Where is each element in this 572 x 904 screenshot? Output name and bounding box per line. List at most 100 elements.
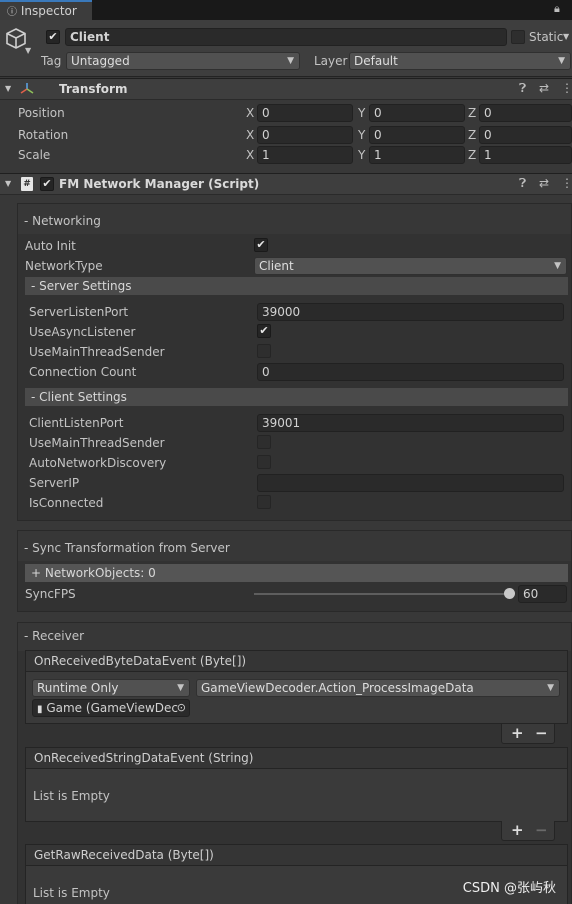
use-async-listener-checkbox[interactable]: ✔ bbox=[257, 324, 271, 338]
byte-data-event-title: OnReceivedByteDataEvent (Byte[]) bbox=[26, 651, 567, 672]
chevron-down-icon: ▼ bbox=[558, 56, 565, 66]
script-enabled-checkbox[interactable]: ✔ bbox=[40, 177, 54, 191]
sync-fps-field[interactable]: 60 bbox=[518, 585, 567, 603]
string-event-empty-text: List is Empty bbox=[33, 789, 110, 803]
axis-z-label: Z bbox=[468, 148, 477, 162]
byte-data-event: OnReceivedByteDataEvent (Byte[]) Runtime… bbox=[25, 650, 568, 724]
static-checkbox[interactable] bbox=[511, 30, 525, 44]
client-settings-header[interactable]: - Client Settings bbox=[25, 388, 568, 406]
layer-dropdown[interactable]: Default ▼ bbox=[349, 52, 571, 70]
client-listen-port-field[interactable]: 39001 bbox=[257, 414, 564, 432]
active-checkbox[interactable]: ✔ bbox=[46, 30, 60, 44]
preset-icon[interactable]: ⇄ bbox=[539, 81, 549, 95]
is-connected-label: IsConnected bbox=[29, 496, 104, 510]
sync-fps-slider-thumb[interactable] bbox=[504, 588, 515, 599]
server-listen-port-field[interactable]: 39000 bbox=[257, 303, 564, 321]
axis-y-label: Y bbox=[358, 106, 366, 120]
help-icon[interactable]: ❓︎ bbox=[519, 176, 526, 191]
server-ip-label: ServerIP bbox=[29, 476, 80, 490]
sync-section: - Sync Transformation from Server + Netw… bbox=[17, 530, 572, 612]
networking-section: - Networking Auto Init ✔ NetworkType Cli… bbox=[17, 203, 572, 521]
auto-network-discovery-checkbox[interactable] bbox=[257, 455, 271, 469]
server-ip-field[interactable] bbox=[257, 474, 564, 492]
transform-icon bbox=[20, 83, 34, 94]
tag-label: Tag bbox=[41, 54, 62, 68]
client-main-thread-checkbox[interactable] bbox=[257, 435, 271, 449]
event-target-object-value: Game (GameViewDec bbox=[46, 701, 178, 715]
receiver-header[interactable]: - Receiver bbox=[24, 629, 84, 643]
window-tabbar: ⓘ Inspector 🔒︎ bbox=[0, 0, 572, 20]
transform-body: Position X 0 Y 0 Z 0 Rotation X 0 Y 0 Z … bbox=[0, 101, 572, 171]
client-listen-port-label: ClientListenPort bbox=[29, 416, 124, 430]
networking-header[interactable]: - Networking bbox=[24, 214, 101, 228]
is-connected-checkbox[interactable] bbox=[257, 495, 271, 509]
network-type-dropdown[interactable]: Client ▼ bbox=[254, 257, 567, 275]
help-icon[interactable]: ❓︎ bbox=[519, 81, 526, 96]
axis-x-label: X bbox=[246, 106, 255, 120]
cube-icon bbox=[6, 28, 26, 49]
auto-init-checkbox[interactable]: ✔ bbox=[254, 238, 268, 252]
use-async-listener-label: UseAsyncListener bbox=[29, 325, 136, 339]
string-data-event: OnReceivedStringDataEvent (String) List … bbox=[25, 747, 568, 822]
sync-fps-slider-track[interactable] bbox=[254, 593, 510, 595]
auto-network-discovery-label: AutoNetworkDiscovery bbox=[29, 456, 167, 470]
event-function-dropdown[interactable]: GameViewDecoder.Action_ProcessImageData ▼ bbox=[196, 679, 560, 697]
info-icon: ⓘ bbox=[7, 7, 17, 18]
chevron-down-icon: ▼ bbox=[287, 56, 294, 66]
axis-z-label: Z bbox=[468, 106, 477, 120]
icon-dropdown-arrow-icon[interactable]: ▼ bbox=[25, 46, 31, 55]
position-x-field[interactable]: 0 bbox=[257, 104, 353, 122]
tag-dropdown[interactable]: Untagged ▼ bbox=[66, 52, 300, 70]
layer-label: Layer bbox=[314, 54, 348, 68]
receiver-section: - Receiver OnReceivedByteDataEvent (Byte… bbox=[17, 622, 572, 904]
network-type-label: NetworkType bbox=[25, 259, 103, 273]
tab-inspector[interactable]: ⓘ Inspector bbox=[0, 0, 92, 20]
scale-z-field[interactable]: 1 bbox=[479, 146, 572, 164]
scale-x-field[interactable]: 1 bbox=[257, 146, 353, 164]
connection-count-field[interactable]: 0 bbox=[257, 363, 564, 381]
object-picker-icon[interactable]: ⊙ bbox=[177, 700, 186, 715]
static-dropdown-icon[interactable]: ▼ bbox=[563, 32, 569, 41]
object-name-field[interactable]: Client bbox=[65, 28, 507, 46]
foldout-arrow-icon[interactable]: ▼ bbox=[5, 84, 11, 93]
static-label: Static bbox=[529, 30, 564, 44]
layer-value: Default bbox=[354, 54, 398, 68]
scale-label: Scale bbox=[18, 148, 51, 162]
event-target-object-field[interactable]: ▮ Game (GameViewDec ⊙ bbox=[32, 699, 190, 717]
chevron-down-icon: ▼ bbox=[554, 261, 561, 271]
server-settings-header[interactable]: - Server Settings bbox=[25, 277, 568, 295]
foldout-arrow-icon[interactable]: ▼ bbox=[5, 179, 11, 188]
byte-event-plusminus: + − bbox=[501, 724, 555, 744]
networking-header-bar bbox=[18, 204, 571, 234]
server-main-thread-label: UseMainThreadSender bbox=[29, 345, 165, 359]
server-main-thread-checkbox[interactable] bbox=[257, 344, 271, 358]
runtime-mode-dropdown[interactable]: Runtime Only ▼ bbox=[32, 679, 190, 697]
object-header: ▼ ✔ Client Static ▼ Tag Untagged ▼ Layer … bbox=[0, 20, 572, 77]
script-header[interactable]: ▼ # ✔ FM Network Manager (Script) ❓︎ ⇄ ⋮ bbox=[0, 173, 572, 195]
event-function-value: GameViewDecoder.Action_ProcessImageData bbox=[201, 681, 474, 695]
position-z-field[interactable]: 0 bbox=[479, 104, 572, 122]
server-listen-port-label: ServerListenPort bbox=[29, 305, 129, 319]
sync-header[interactable]: - Sync Transformation from Server bbox=[24, 541, 230, 555]
add-listener-button[interactable]: + bbox=[511, 724, 524, 742]
game-object-icon: ▮ bbox=[37, 704, 43, 715]
axis-x-label: X bbox=[246, 148, 255, 162]
transform-title: Transform bbox=[59, 82, 128, 96]
lock-icon[interactable]: 🔒︎ bbox=[554, 2, 560, 16]
rotation-z-field[interactable]: 0 bbox=[479, 126, 572, 144]
remove-listener-button[interactable]: − bbox=[535, 821, 548, 839]
network-objects-foldout[interactable]: + NetworkObjects: 0 bbox=[25, 564, 568, 582]
scale-y-field[interactable]: 1 bbox=[369, 146, 465, 164]
rotation-x-field[interactable]: 0 bbox=[257, 126, 353, 144]
csdn-watermark: CSDN @张屿秋 bbox=[462, 881, 556, 896]
remove-listener-button[interactable]: − bbox=[535, 724, 548, 742]
more-menu-icon[interactable]: ⋮ bbox=[561, 81, 572, 95]
auto-init-label: Auto Init bbox=[25, 239, 76, 253]
preset-icon[interactable]: ⇄ bbox=[539, 176, 549, 190]
transform-header[interactable]: ▼ Transform ❓︎ ⇄ ⋮ bbox=[0, 78, 572, 100]
rotation-y-field[interactable]: 0 bbox=[369, 126, 465, 144]
string-data-event-title: OnReceivedStringDataEvent (String) bbox=[26, 748, 567, 769]
add-listener-button[interactable]: + bbox=[511, 821, 524, 839]
more-menu-icon[interactable]: ⋮ bbox=[561, 176, 572, 190]
position-y-field[interactable]: 0 bbox=[369, 104, 465, 122]
